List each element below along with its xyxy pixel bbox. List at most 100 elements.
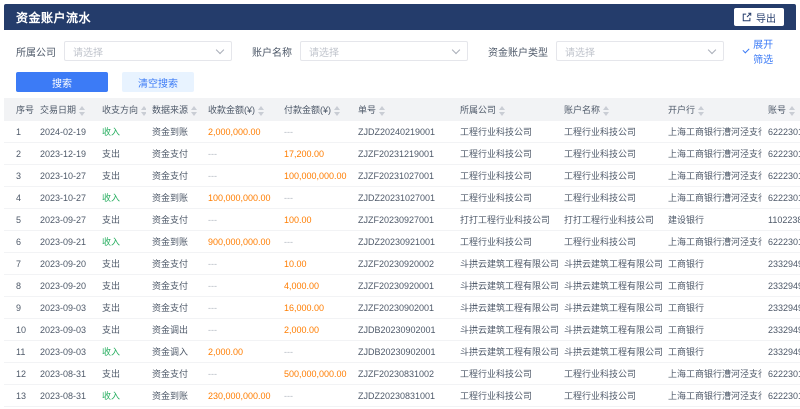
cell-source: 资金到账: [146, 121, 202, 143]
cell-bank: 工商银行: [662, 253, 762, 275]
cell-payment: 2,000.00: [278, 319, 352, 341]
cell-receipt: ---: [202, 253, 278, 275]
cell-bank: 上海工商银行漕河泾支行: [662, 385, 762, 407]
column-header[interactable]: 单号: [352, 98, 454, 121]
cell-no: 12: [4, 363, 34, 385]
column-header[interactable]: 账户名称: [558, 98, 662, 121]
expand-filters-link[interactable]: 展开筛选: [744, 36, 778, 66]
column-header[interactable]: 付款金额(¥): [278, 98, 352, 121]
cell-payment: ---: [278, 231, 352, 253]
cell-receipt: ---: [202, 165, 278, 187]
table-row: 62023-09-21收入资金到账900,000,000.00---ZJDZ20…: [4, 231, 800, 253]
sort-icon[interactable]: [379, 106, 385, 116]
cell-receipt: ---: [202, 275, 278, 297]
cell-date: 2023-09-03: [34, 297, 96, 319]
sort-icon[interactable]: [789, 106, 795, 116]
cell-bank: 上海工商银行漕河泾支行: [662, 143, 762, 165]
cell-account: 斗拱云建筑工程有限公司: [558, 275, 662, 297]
sort-icon[interactable]: [499, 106, 505, 116]
cell-number: 23329499: [762, 253, 800, 275]
account-type-select-placeholder: 请选择: [565, 44, 595, 59]
flow-table: 序号交易日期收支方向数据来源收款金额(¥)付款金额(¥)单号所属公司账户名称开户…: [4, 98, 800, 409]
filter-company-label: 所属公司: [16, 44, 56, 59]
sort-icon[interactable]: [334, 106, 340, 116]
sort-icon[interactable]: [191, 106, 197, 116]
search-button[interactable]: 搜索: [16, 72, 108, 92]
cell-no: 7: [4, 253, 34, 275]
cell-receipt: 2,000.00: [202, 341, 278, 363]
column-header[interactable]: 收支方向: [96, 98, 146, 121]
cell-receipt: 900,000,000.00: [202, 231, 278, 253]
page-title: 资金账户流水: [16, 9, 91, 26]
cell-company: 斗拱云建筑工程有限公司: [454, 341, 558, 363]
cell-source: 资金支付: [146, 297, 202, 319]
export-button[interactable]: 导出: [734, 8, 784, 26]
cell-bank: 工商银行: [662, 297, 762, 319]
column-header[interactable]: 开户行: [662, 98, 762, 121]
cell-account: 斗拱云建筑工程有限公司: [558, 341, 662, 363]
cell-account: 工程行业科技公司: [558, 121, 662, 143]
table-row: 32023-10-27支出资金支付---100,000,000.00ZJZF20…: [4, 165, 800, 187]
cell-receipt: ---: [202, 297, 278, 319]
cell-receipt: ---: [202, 363, 278, 385]
cell-date: 2023-10-27: [34, 165, 96, 187]
cell-company: 斗拱云建筑工程有限公司: [454, 319, 558, 341]
page-header: 资金账户流水 导出: [4, 4, 796, 30]
cell-order: ZJZF20230831002: [352, 363, 454, 385]
cell-date: 2023-09-03: [34, 319, 96, 341]
cell-source: 资金支付: [146, 363, 202, 385]
clear-search-button[interactable]: 清空搜索: [122, 72, 194, 92]
sort-icon[interactable]: [141, 106, 146, 116]
cell-number: 62223011: [762, 187, 800, 209]
cell-date: 2023-09-21: [34, 231, 96, 253]
cell-no: 8: [4, 275, 34, 297]
cell-source: 资金支付: [146, 209, 202, 231]
cell-bank: 上海工商银行漕河泾支行: [662, 187, 762, 209]
expand-filters-label: 展开筛选: [753, 36, 778, 66]
cell-account: 斗拱云建筑工程有限公司: [558, 253, 662, 275]
cell-no: 4: [4, 187, 34, 209]
cell-source: 资金支付: [146, 275, 202, 297]
cell-bank: 上海工商银行漕河泾支行: [662, 363, 762, 385]
chevron-down-icon: [708, 45, 716, 53]
column-header[interactable]: 所属公司: [454, 98, 558, 121]
company-select-placeholder: 请选择: [73, 44, 103, 59]
cell-number: 23329499: [762, 319, 800, 341]
sort-icon[interactable]: [79, 106, 85, 116]
cell-no: 6: [4, 231, 34, 253]
cell-payment: 16,000.00: [278, 297, 352, 319]
cell-order: ZJZF20230927001: [352, 209, 454, 231]
cell-payment: 100,000,000.00: [278, 165, 352, 187]
column-header[interactable]: 收款金额(¥): [202, 98, 278, 121]
chevron-down-icon: [216, 45, 224, 53]
table-header-row: 序号交易日期收支方向数据来源收款金额(¥)付款金额(¥)单号所属公司账户名称开户…: [4, 98, 800, 121]
sort-icon[interactable]: [698, 106, 704, 116]
cell-no: 3: [4, 165, 34, 187]
cell-source: 资金支付: [146, 253, 202, 275]
table-row: 72023-09-20支出资金支付---10.00ZJZF20230920002…: [4, 253, 800, 275]
cell-date: 2023-09-20: [34, 275, 96, 297]
cell-company: 斗拱云建筑工程有限公司: [454, 253, 558, 275]
sort-icon[interactable]: [603, 106, 609, 116]
column-header[interactable]: 交易日期: [34, 98, 96, 121]
cell-company: 工程行业科技公司: [454, 231, 558, 253]
account-name-select-placeholder: 请选择: [309, 44, 339, 59]
column-header[interactable]: 账号: [762, 98, 800, 121]
sort-icon[interactable]: [258, 106, 264, 116]
cell-direction: 收入: [96, 121, 146, 143]
cell-payment: ---: [278, 121, 352, 143]
cell-bank: 上海工商银行漕河泾支行: [662, 165, 762, 187]
cell-payment: 100.00: [278, 209, 352, 231]
cell-payment: 17,200.00: [278, 143, 352, 165]
cell-company: 斗拱云建筑工程有限公司: [454, 275, 558, 297]
table-row: 52023-09-27支出资金支付---100.00ZJZF2023092700…: [4, 209, 800, 231]
company-select[interactable]: 请选择: [64, 41, 232, 61]
cell-direction: 支出: [96, 363, 146, 385]
cell-account: 工程行业科技公司: [558, 187, 662, 209]
account-type-select[interactable]: 请选择: [556, 41, 724, 61]
account-name-select[interactable]: 请选择: [300, 41, 468, 61]
column-header: 序号: [4, 98, 34, 121]
cell-source: 资金调入: [146, 341, 202, 363]
column-header[interactable]: 数据来源: [146, 98, 202, 121]
cell-receipt: 100,000,000.00: [202, 187, 278, 209]
